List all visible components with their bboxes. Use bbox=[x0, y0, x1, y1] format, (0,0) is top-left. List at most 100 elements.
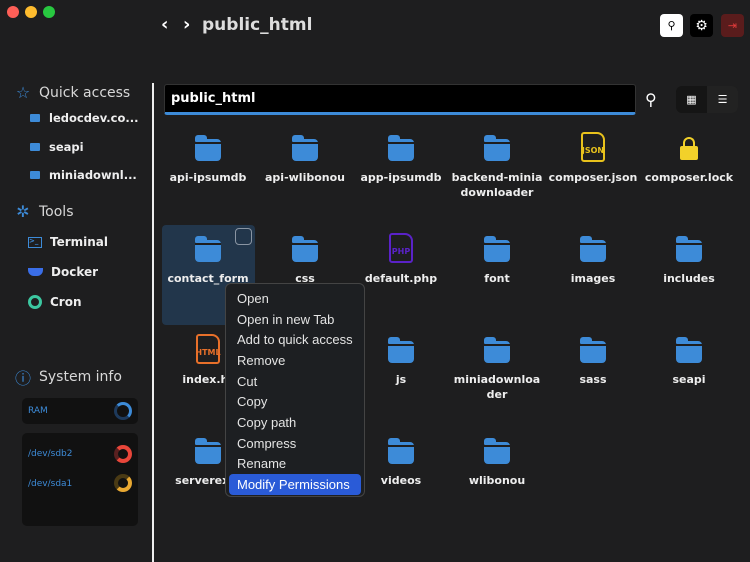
folder-icon bbox=[195, 438, 221, 464]
file-item[interactable]: seapi bbox=[641, 332, 737, 387]
lock-icon bbox=[680, 137, 698, 160]
info-icon: ⓘ bbox=[15, 369, 32, 388]
star-icon: ☆ bbox=[15, 83, 31, 102]
tool-docker[interactable]: Docker bbox=[28, 265, 98, 279]
html-file-icon: HTML bbox=[195, 334, 221, 364]
disk-label: /dev/sdb2 bbox=[28, 449, 73, 459]
folder-icon bbox=[580, 337, 606, 363]
file-name: backend-minia downloader bbox=[451, 171, 543, 199]
quick-access-item[interactable]: miniadownl... bbox=[30, 168, 137, 182]
select-checkbox[interactable] bbox=[235, 228, 252, 245]
file-item[interactable]: backend-minia downloader bbox=[449, 130, 545, 200]
file-item[interactable]: videos bbox=[353, 433, 449, 488]
item-label: ledocdev.co... bbox=[49, 111, 139, 125]
system-info-heading: ⓘ System info bbox=[15, 365, 122, 389]
file-name: sass bbox=[579, 373, 607, 386]
list-view-button[interactable]: ☰ bbox=[707, 86, 738, 113]
system-info-label: System info bbox=[39, 369, 122, 385]
settings-button[interactable]: ⚙ bbox=[690, 14, 713, 37]
context-menu-item[interactable]: Add to quick access bbox=[229, 329, 361, 350]
context-menu-item[interactable]: Copy path bbox=[229, 412, 361, 433]
context-menu-item[interactable]: Open bbox=[229, 288, 361, 309]
ram-card: RAM bbox=[22, 398, 138, 424]
file-item[interactable]: miniadownloa der bbox=[449, 332, 545, 402]
folder-icon bbox=[195, 135, 221, 161]
context-menu-item[interactable]: Compress bbox=[229, 433, 361, 454]
php-file-icon: PHP bbox=[389, 233, 413, 263]
folder-icon bbox=[676, 337, 702, 363]
quick-access-label: Quick access bbox=[39, 84, 131, 101]
tools-label: Tools bbox=[39, 203, 74, 220]
file-name: wlibonou bbox=[468, 474, 526, 487]
sidebar-divider[interactable] bbox=[152, 83, 154, 562]
file-item[interactable]: wlibonou bbox=[449, 433, 545, 488]
file-name: seapi bbox=[672, 373, 706, 386]
grid-view-button[interactable]: ▦ bbox=[676, 86, 707, 113]
back-button[interactable]: ‹ bbox=[161, 14, 168, 35]
context-menu-item[interactable]: Open in new Tab bbox=[229, 309, 361, 330]
quick-access-item[interactable]: ledocdev.co... bbox=[30, 111, 138, 125]
context-menu-item[interactable]: Modify Permissions bbox=[229, 474, 361, 495]
search-icon[interactable]: ⚲ bbox=[645, 90, 657, 109]
file-item[interactable]: api-wlibonou bbox=[257, 130, 353, 185]
file-item[interactable]: PHP default.php bbox=[353, 231, 449, 286]
file-item[interactable]: images bbox=[545, 231, 641, 286]
context-menu-item[interactable]: Rename bbox=[229, 454, 361, 475]
file-name: js bbox=[395, 373, 407, 386]
tool-cron[interactable]: Cron bbox=[28, 295, 82, 309]
disk-usage-ring bbox=[114, 445, 132, 463]
ram-usage-ring bbox=[114, 402, 132, 420]
forward-button[interactable]: › bbox=[183, 14, 190, 35]
cron-icon bbox=[28, 295, 42, 309]
file-item[interactable]: sass bbox=[545, 332, 641, 387]
disk-card: /dev/sdb2 /dev/sda1 bbox=[22, 433, 138, 526]
file-item[interactable]: includes bbox=[641, 231, 737, 286]
ram-label: RAM bbox=[28, 406, 48, 416]
search-button[interactable]: ⚲ bbox=[660, 14, 683, 37]
file-item[interactable]: api-ipsumdb bbox=[160, 130, 256, 185]
file-item[interactable]: css bbox=[257, 231, 353, 286]
file-name: app-ipsumdb bbox=[360, 171, 442, 184]
context-menu-item[interactable]: Cut bbox=[229, 371, 361, 392]
folder-icon bbox=[30, 143, 40, 151]
json-file-icon: JSON bbox=[581, 132, 605, 162]
file-name: images bbox=[570, 272, 616, 285]
item-label: seapi bbox=[49, 140, 84, 154]
logout-button[interactable]: ⇥ bbox=[721, 14, 744, 37]
folder-icon bbox=[292, 236, 318, 262]
file-name: miniadownloa der bbox=[453, 373, 541, 401]
context-menu-item[interactable]: Remove bbox=[229, 350, 361, 371]
folder-icon bbox=[484, 135, 510, 161]
file-item[interactable]: JSON composer.json bbox=[545, 130, 641, 185]
folder-icon bbox=[484, 337, 510, 363]
file-item[interactable]: font bbox=[449, 231, 545, 286]
file-name: api-wlibonou bbox=[265, 171, 345, 184]
maximize-window-button[interactable] bbox=[43, 6, 55, 18]
quick-access-item[interactable]: seapi bbox=[30, 140, 84, 154]
minimize-window-button[interactable] bbox=[25, 6, 37, 18]
puzzle-icon: ✲ bbox=[16, 202, 30, 221]
docker-icon bbox=[28, 268, 43, 276]
search-icon: ⚲ bbox=[667, 19, 676, 32]
folder-icon bbox=[30, 114, 40, 122]
folder-icon bbox=[484, 236, 510, 262]
list-icon: ☰ bbox=[717, 93, 728, 106]
file-name: includes bbox=[663, 272, 715, 285]
disk-label: /dev/sda1 bbox=[28, 479, 73, 489]
file-item[interactable]: app-ipsumdb bbox=[353, 130, 449, 185]
folder-icon bbox=[30, 171, 40, 179]
folder-icon bbox=[484, 438, 510, 464]
tools-heading: ✲ Tools bbox=[15, 202, 74, 221]
terminal-icon: >_ bbox=[28, 236, 42, 248]
file-item[interactable]: js bbox=[353, 332, 449, 387]
close-window-button[interactable] bbox=[7, 6, 19, 18]
file-name: videos bbox=[380, 474, 422, 487]
path-input[interactable]: public_html bbox=[164, 84, 636, 115]
context-menu-item[interactable]: Copy bbox=[229, 391, 361, 412]
tool-terminal[interactable]: >_ Terminal bbox=[28, 235, 108, 249]
file-item[interactable]: composer.lock bbox=[641, 130, 737, 185]
folder-icon bbox=[580, 236, 606, 262]
grid-icon: ▦ bbox=[686, 93, 697, 106]
logout-icon: ⇥ bbox=[727, 19, 738, 32]
folder-icon bbox=[195, 236, 221, 262]
